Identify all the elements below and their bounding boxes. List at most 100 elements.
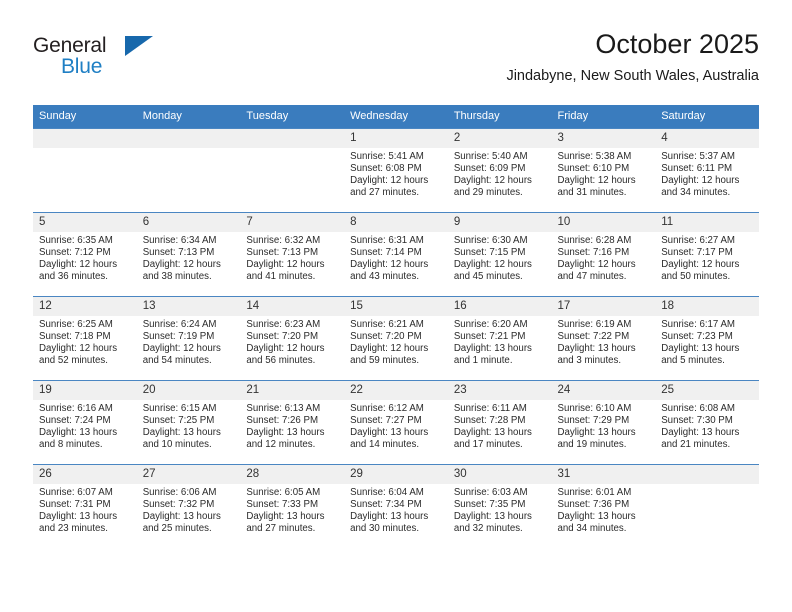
calendar-day-cell[interactable]: 24 Sunrise: 6:10 AM Sunset: 7:29 PM Dayligh… (551, 380, 656, 465)
daylight-text-line1: Daylight: 12 hours (246, 343, 325, 355)
calendar-day-cell[interactable]: 6 Sunrise: 6:34 AM Sunset: 7:13 PM Daylight… (136, 212, 241, 297)
day-number (655, 465, 759, 484)
page-header: General Blue October 2025 Jindabyne, New… (33, 28, 759, 98)
daylight-text-line1: Daylight: 13 hours (246, 427, 325, 439)
calendar-day-cell[interactable]: 3 Sunrise: 5:38 AM Sunset: 6:10 PM Daylight… (551, 128, 656, 213)
day-sun-info: Sunrise: 6:31 AM Sunset: 7:14 PM Daylight:… (344, 232, 448, 283)
daylight-text-line1: Daylight: 12 hours (661, 259, 740, 271)
daylight-text-line2: and 50 minutes. (661, 271, 731, 283)
weekday-header-friday: Friday (551, 105, 656, 129)
daylight-text-line1: Daylight: 13 hours (39, 427, 118, 439)
day-sun-info: Sunrise: 6:12 AM Sunset: 7:27 PM Daylight:… (344, 400, 448, 451)
calendar-day-cell[interactable]: 27 Sunrise: 6:06 AM Sunset: 7:32 PM Dayligh… (136, 464, 241, 548)
daylight-text-line2: and 32 minutes. (453, 523, 523, 535)
calendar-week-row: 1 Sunrise: 5:41 AM Sunset: 6:08 PM Daylight… (33, 128, 759, 213)
sunset-text: Sunset: 7:13 PM (246, 247, 319, 259)
sunset-text: Sunset: 7:12 PM (39, 247, 111, 259)
daylight-text-line1: Daylight: 13 hours (453, 427, 532, 439)
day-number: 1 (344, 129, 448, 148)
day-sun-info: Sunrise: 6:04 AM Sunset: 7:34 PM Daylight:… (344, 484, 448, 535)
calendar-day-cell[interactable]: 11 Sunrise: 6:27 AM Sunset: 7:17 PM Dayligh… (655, 212, 759, 297)
day-number: 27 (136, 465, 241, 484)
daylight-text-line1: Daylight: 13 hours (246, 511, 325, 523)
calendar-day-cell[interactable]: 22 Sunrise: 6:12 AM Sunset: 7:27 PM Dayligh… (344, 380, 448, 465)
sunrise-text: Sunrise: 6:24 AM (142, 319, 217, 330)
day-sun-info: Sunrise: 6:11 AM Sunset: 7:28 PM Daylight:… (448, 400, 552, 451)
weekday-header-wednesday: Wednesday (344, 105, 448, 129)
day-number: 29 (344, 465, 448, 484)
calendar-day-cell[interactable]: 16 Sunrise: 6:20 AM Sunset: 7:21 PM Dayligh… (447, 296, 552, 381)
daylight-text-line1: Daylight: 13 hours (557, 343, 636, 355)
day-number: 8 (344, 213, 448, 232)
calendar-day-cell[interactable]: 26 Sunrise: 6:07 AM Sunset: 7:31 PM Dayligh… (33, 464, 137, 548)
sunset-text: Sunset: 7:30 PM (661, 415, 733, 427)
day-number: 14 (240, 297, 345, 316)
daylight-text-line1: Daylight: 12 hours (350, 175, 429, 187)
calendar-week-row: 5 Sunrise: 6:35 AM Sunset: 7:12 PM Daylight… (33, 212, 759, 297)
calendar-day-cell-empty (136, 128, 241, 213)
day-number: 22 (344, 381, 448, 400)
calendar-day-cell[interactable]: 13 Sunrise: 6:24 AM Sunset: 7:19 PM Dayligh… (136, 296, 241, 381)
calendar-day-cell[interactable]: 15 Sunrise: 6:21 AM Sunset: 7:20 PM Dayligh… (344, 296, 448, 381)
day-sun-info: Sunrise: 6:05 AM Sunset: 7:33 PM Daylight:… (240, 484, 344, 535)
calendar-day-cell[interactable]: 25 Sunrise: 6:08 AM Sunset: 7:30 PM Dayligh… (655, 380, 759, 465)
daylight-text-line1: Daylight: 13 hours (39, 511, 118, 523)
day-number: 5 (33, 213, 137, 232)
sunset-text: Sunset: 6:11 PM (661, 163, 733, 175)
day-sun-info: Sunrise: 6:23 AM Sunset: 7:20 PM Daylight:… (240, 316, 344, 367)
calendar-day-cell[interactable]: 9 Sunrise: 6:30 AM Sunset: 7:15 PM Daylight… (447, 212, 552, 297)
calendar-day-cell[interactable]: 7 Sunrise: 6:32 AM Sunset: 7:13 PM Daylight… (240, 212, 345, 297)
sunrise-text: Sunrise: 5:40 AM (453, 151, 528, 162)
day-number (33, 129, 137, 148)
day-number: 26 (33, 465, 137, 484)
calendar-day-cell[interactable]: 5 Sunrise: 6:35 AM Sunset: 7:12 PM Daylight… (33, 212, 137, 297)
calendar-day-cell[interactable]: 12 Sunrise: 6:25 AM Sunset: 7:18 PM Dayligh… (33, 296, 137, 381)
day-number: 28 (240, 465, 345, 484)
sunset-text: Sunset: 7:29 PM (557, 415, 630, 427)
calendar-day-cell[interactable]: 21 Sunrise: 6:13 AM Sunset: 7:26 PM Dayligh… (240, 380, 345, 465)
sunrise-text: Sunrise: 6:05 AM (246, 487, 321, 498)
daylight-text-line1: Daylight: 13 hours (557, 511, 636, 523)
daylight-text-line1: Daylight: 13 hours (453, 511, 532, 523)
calendar-day-cell[interactable]: 10 Sunrise: 6:28 AM Sunset: 7:16 PM Dayligh… (551, 212, 656, 297)
sunset-text: Sunset: 7:27 PM (350, 415, 422, 427)
daylight-text-line2: and 41 minutes. (246, 271, 316, 283)
daylight-text-line2: and 21 minutes. (661, 439, 731, 451)
sunset-text: Sunset: 7:35 PM (453, 499, 526, 511)
calendar-day-cell[interactable]: 17 Sunrise: 6:19 AM Sunset: 7:22 PM Dayligh… (551, 296, 656, 381)
calendar-day-cell[interactable]: 1 Sunrise: 5:41 AM Sunset: 6:08 PM Daylight… (344, 128, 448, 213)
sunrise-text: Sunrise: 6:08 AM (661, 403, 735, 414)
calendar-day-cell[interactable]: 20 Sunrise: 6:15 AM Sunset: 7:25 PM Dayligh… (136, 380, 241, 465)
daylight-text-line2: and 38 minutes. (142, 271, 212, 283)
weekday-header-tuesday: Tuesday (240, 105, 345, 129)
calendar-day-cell-empty (240, 128, 345, 213)
weekday-header-saturday: Saturday (655, 105, 759, 129)
day-number: 25 (655, 381, 759, 400)
sunset-text: Sunset: 6:09 PM (453, 163, 526, 175)
calendar-day-cell[interactable]: 4 Sunrise: 5:37 AM Sunset: 6:11 PM Daylight… (655, 128, 759, 213)
calendar-day-cell[interactable]: 18 Sunrise: 6:17 AM Sunset: 7:23 PM Dayligh… (655, 296, 759, 381)
calendar-day-cell[interactable]: 30 Sunrise: 6:03 AM Sunset: 7:35 PM Dayligh… (447, 464, 552, 548)
sunset-text: Sunset: 6:08 PM (350, 163, 422, 175)
calendar-day-cell[interactable]: 23 Sunrise: 6:11 AM Sunset: 7:28 PM Dayligh… (447, 380, 552, 465)
day-sun-info: Sunrise: 6:13 AM Sunset: 7:26 PM Daylight:… (240, 400, 344, 451)
calendar-day-cell[interactable]: 28 Sunrise: 6:05 AM Sunset: 7:33 PM Dayligh… (240, 464, 345, 548)
calendar-day-cell[interactable]: 14 Sunrise: 6:23 AM Sunset: 7:20 PM Dayligh… (240, 296, 345, 381)
day-sun-info: Sunrise: 6:21 AM Sunset: 7:20 PM Daylight:… (344, 316, 448, 367)
sunrise-text: Sunrise: 6:16 AM (39, 403, 113, 414)
sunrise-text: Sunrise: 5:37 AM (661, 151, 735, 162)
calendar-day-cell[interactable]: 29 Sunrise: 6:04 AM Sunset: 7:34 PM Dayligh… (344, 464, 448, 548)
sunset-text: Sunset: 7:20 PM (246, 331, 319, 343)
sunset-text: Sunset: 7:33 PM (246, 499, 319, 511)
calendar-day-cell[interactable]: 2 Sunrise: 5:40 AM Sunset: 6:09 PM Daylight… (447, 128, 552, 213)
calendar-day-cell[interactable]: 19 Sunrise: 6:16 AM Sunset: 7:24 PM Dayligh… (33, 380, 137, 465)
daylight-text-line1: Daylight: 12 hours (39, 259, 118, 271)
calendar-day-cell[interactable]: 31 Sunrise: 6:01 AM Sunset: 7:36 PM Dayligh… (551, 464, 656, 548)
sunrise-text: Sunrise: 6:31 AM (350, 235, 424, 246)
daylight-text-line1: Daylight: 12 hours (557, 259, 636, 271)
general-blue-logo[interactable]: General Blue (33, 34, 153, 86)
daylight-text-line1: Daylight: 13 hours (453, 343, 532, 355)
calendar-day-cell[interactable]: 8 Sunrise: 6:31 AM Sunset: 7:14 PM Daylight… (344, 212, 448, 297)
daylight-text-line1: Daylight: 12 hours (350, 259, 429, 271)
day-sun-info: Sunrise: 5:38 AM Sunset: 6:10 PM Daylight:… (552, 148, 656, 199)
